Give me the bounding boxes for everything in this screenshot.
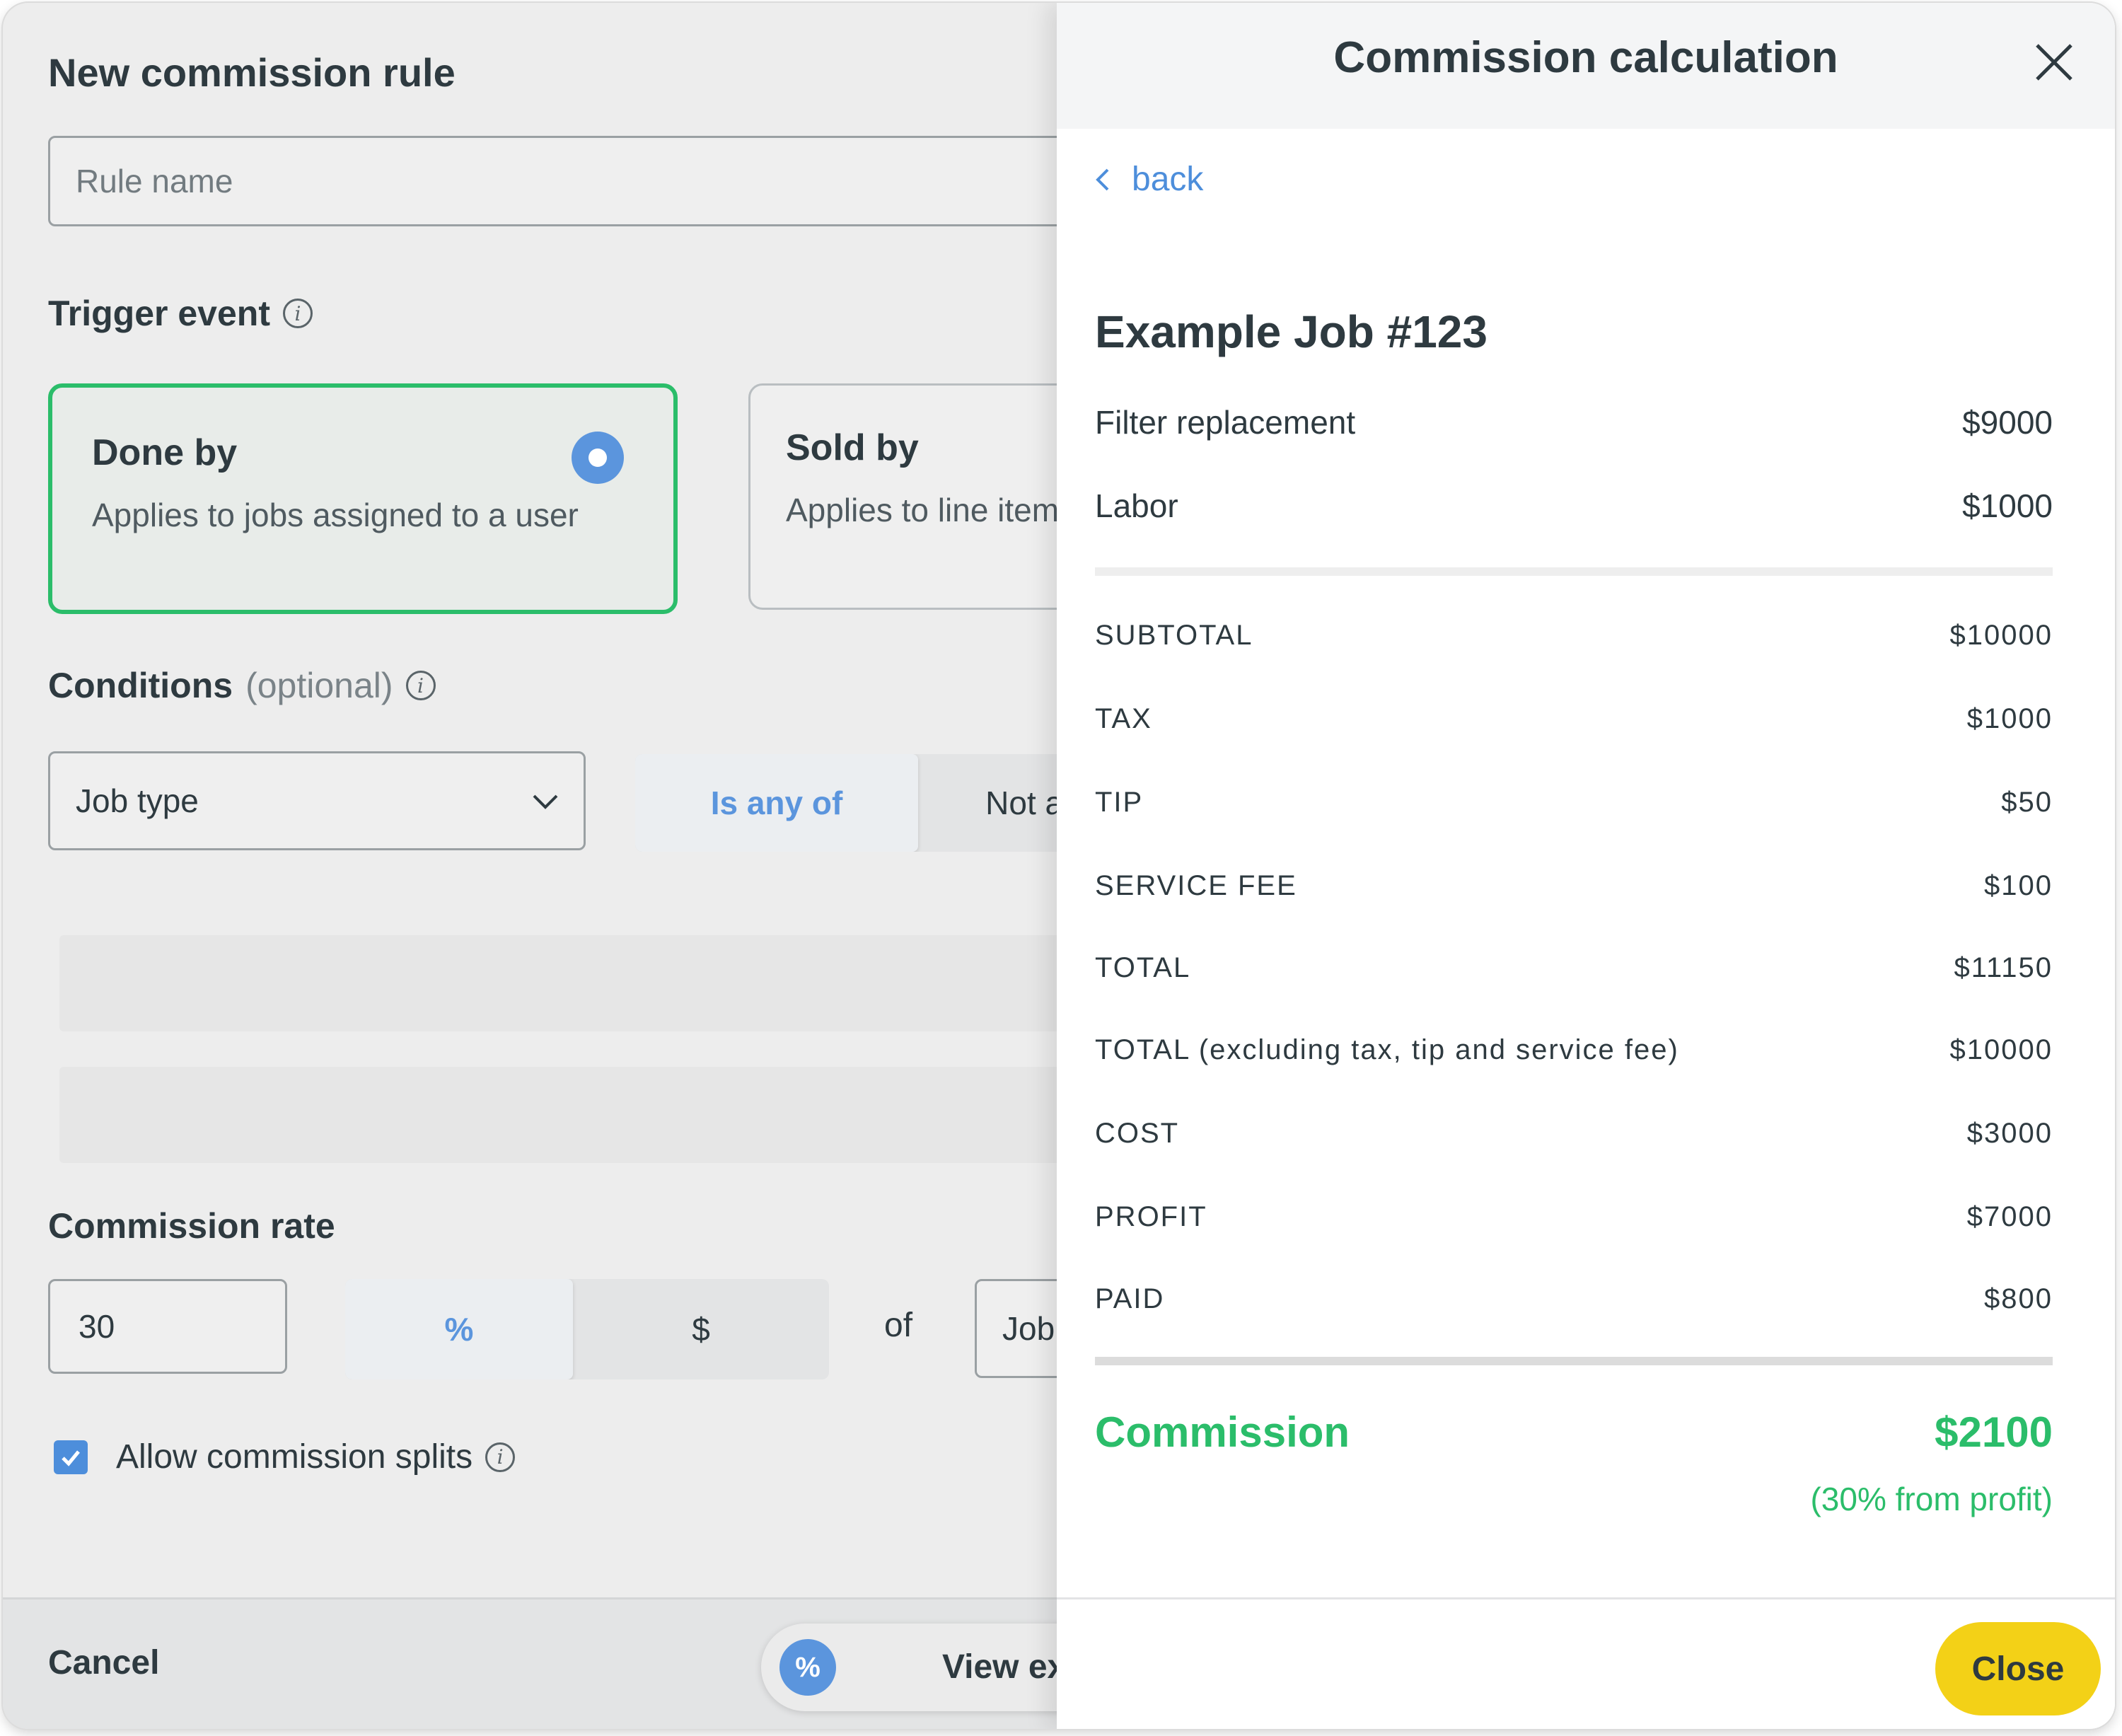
summary-value: $10000 (1949, 1034, 2053, 1065)
form-footer: Cancel % View example (3, 1597, 1185, 1729)
condition-field-value: Job type (76, 782, 199, 819)
summary-value: $100 (1984, 870, 2053, 901)
condition-placeholder-row (59, 935, 1092, 1031)
summary-value: $1000 (1966, 703, 2053, 734)
allow-splits-checkbox[interactable] (54, 1440, 88, 1474)
allow-splits-label: Allow commission splits i (116, 1437, 516, 1476)
trigger-card-title: Sold by (786, 427, 919, 468)
panel-footer: Close (1057, 1597, 2115, 1729)
commission-note: (30% from profit) (1810, 1481, 2053, 1517)
line-item-value: $1000 (1962, 487, 2053, 524)
commission-label: Commission (1095, 1408, 1350, 1456)
commission-rate-label: Commission rate (48, 1205, 335, 1246)
panel-header: Commission calculation (1057, 3, 2115, 129)
summary-value: $800 (1984, 1283, 2053, 1314)
summary-label: PROFIT (1095, 1201, 1207, 1232)
operator-is-any-of[interactable]: Is any of (635, 754, 918, 852)
info-icon[interactable]: i (485, 1442, 516, 1472)
summary-row: PAID $800 (1095, 1283, 2053, 1315)
back-label: back (1132, 161, 1204, 198)
condition-field-select[interactable]: Job type (48, 751, 586, 850)
commission-row: Commission $2100 (1095, 1408, 2053, 1457)
summary-label: COST (1095, 1118, 1180, 1149)
conditions-label: Conditions (optional) i (48, 665, 436, 706)
line-item-label: Filter replacement (1095, 404, 1356, 441)
condition-placeholder-row (59, 1067, 1092, 1163)
summary-row: SERVICE FEE $100 (1095, 870, 2053, 902)
back-link[interactable]: back (1094, 160, 1203, 199)
conditions-optional-text: (optional) (245, 666, 393, 705)
summary-row: TOTAL $11150 (1095, 952, 2053, 984)
close-icon[interactable] (2031, 40, 2077, 85)
summary-row: TIP $50 (1095, 787, 2053, 818)
summary-row: TOTAL (excluding tax, tip and service fe… (1095, 1034, 2053, 1066)
chevron-left-icon (1096, 168, 1109, 190)
line-item-row: Filter replacement $9000 (1095, 403, 2053, 441)
summary-label: TAX (1095, 703, 1152, 734)
trigger-card-done-by[interactable]: Done by Applies to jobs assigned to a us… (48, 383, 678, 614)
summary-label: SUBTOTAL (1095, 620, 1253, 651)
summary-row: SUBTOTAL $10000 (1095, 620, 2053, 652)
summary-value: $7000 (1966, 1201, 2053, 1232)
trigger-card-title: Done by (92, 432, 238, 473)
summary-label: TOTAL (1095, 952, 1191, 983)
summary-value: $11150 (1954, 952, 2053, 983)
trigger-card-description: Applies to jobs assigned to a user (92, 497, 579, 533)
panel-title: Commission calculation (1333, 33, 1838, 82)
percent-icon: % (779, 1639, 836, 1696)
radio-selected-icon[interactable] (572, 432, 624, 484)
unit-percent[interactable]: % (345, 1279, 573, 1379)
commission-rate-value: 30 (79, 1308, 115, 1345)
allow-splits-text: Allow commission splits (116, 1438, 473, 1476)
summary-row: PROFIT $7000 (1095, 1201, 2053, 1233)
check-icon (62, 1450, 80, 1466)
commission-rate-input[interactable]: 30 (48, 1279, 287, 1374)
app-window: New commission rule Trigger event i Done… (3, 3, 2115, 1729)
commission-calculation-panel: Commission calculation back Example Job … (1057, 3, 2115, 1729)
rate-unit-toggle: % $ (345, 1279, 829, 1379)
info-icon[interactable]: i (283, 299, 313, 328)
summary-label: SERVICE FEE (1095, 870, 1297, 901)
summary-label: PAID (1095, 1283, 1165, 1314)
conditions-text: Conditions (48, 666, 233, 705)
commission-value: $2100 (1935, 1408, 2053, 1456)
info-icon[interactable]: i (405, 671, 436, 700)
close-button[interactable]: Close (1935, 1622, 2101, 1715)
trigger-event-text: Trigger event (48, 294, 270, 333)
summary-label: TOTAL (excluding tax, tip and service fe… (1095, 1034, 1679, 1065)
summary-row: TAX $1000 (1095, 703, 2053, 735)
divider (1095, 1357, 2053, 1365)
rule-name-input[interactable] (48, 136, 1109, 226)
commission-rule-form: New commission rule Trigger event i Done… (3, 3, 1287, 1729)
divider (1095, 567, 2053, 576)
summary-label: TIP (1095, 787, 1144, 818)
of-label: of (884, 1307, 913, 1344)
summary-value: $3000 (1966, 1118, 2053, 1149)
commission-rate-text: Commission rate (48, 1206, 335, 1246)
trigger-event-label: Trigger event i (48, 293, 313, 334)
summary-value: $10000 (1949, 620, 2053, 651)
chevron-down-icon (533, 794, 558, 809)
line-item-value: $9000 (1962, 404, 2053, 441)
line-item-row: Labor $1000 (1095, 487, 2053, 525)
summary-value: $50 (2001, 787, 2053, 818)
condition-operator-toggle: Is any of Not any of (635, 754, 1130, 852)
job-title: Example Job #123 (1095, 306, 1488, 357)
form-title: New commission rule (48, 50, 456, 95)
cancel-button[interactable]: Cancel (48, 1643, 159, 1682)
unit-dollar[interactable]: $ (587, 1279, 815, 1379)
line-item-label: Labor (1095, 487, 1178, 524)
summary-row: COST $3000 (1095, 1118, 2053, 1150)
